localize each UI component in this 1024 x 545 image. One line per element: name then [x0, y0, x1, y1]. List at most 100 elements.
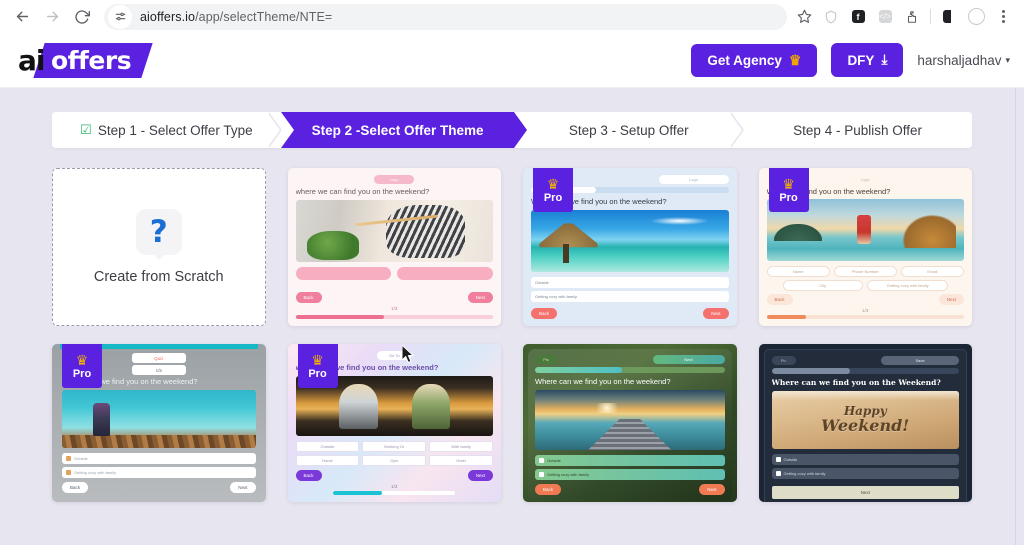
next-button-preview[interactable]: Next — [467, 470, 493, 481]
extension-dark-icon[interactable]: f — [845, 4, 871, 30]
reload-icon[interactable] — [68, 3, 96, 31]
option-item[interactable]: With family — [429, 441, 493, 452]
option-item[interactable]: Getting cozy with family — [531, 291, 729, 302]
option-item[interactable]: City — [782, 280, 864, 292]
pro-badge: ♛ Pro — [533, 168, 573, 212]
option-item[interactable]: Name — [766, 266, 830, 278]
logo-placeholder-badge: Logo — [860, 177, 870, 182]
option-item[interactable]: Getting cozy with family — [867, 280, 948, 292]
dfy-button[interactable]: DFY ⤓ — [831, 43, 904, 77]
next-button-preview[interactable]: Next — [230, 482, 256, 493]
next-button-preview[interactable]: Next — [699, 484, 725, 495]
create-from-scratch-card[interactable]: ? Create from Scratch — [52, 168, 266, 326]
crown-icon: ♛ — [546, 175, 560, 192]
back-button-preview[interactable]: Back — [766, 294, 793, 306]
logo-placeholder-badge: Logo — [658, 175, 729, 184]
option-item[interactable]: Working Or — [362, 441, 427, 452]
crown-icon: ♛ — [782, 175, 795, 192]
crown-icon: ♛ — [311, 351, 324, 368]
get-agency-label: Get Agency — [707, 52, 782, 68]
theme-card-warm-lighthouse[interactable]: ♛ Pro Logo Where can find you on the wee… — [758, 168, 972, 326]
puzzle-extension-icon[interactable] — [899, 4, 925, 30]
theme-question-text: Where can we find you on the weekend? — [535, 377, 671, 386]
theme-card-green-pier[interactable]: Pic Next Where can we find you on the we… — [523, 344, 737, 502]
theme-card-navy-sand[interactable]: Pic Save Where can we find you on the We… — [758, 344, 972, 502]
back-button-preview[interactable]: Back — [531, 308, 558, 319]
theme-card-teal-hiker[interactable]: ♛ Pro Quiz 1/5 Where can we find you on … — [52, 344, 266, 502]
template-top-row: Pic Save — [771, 356, 959, 365]
theme-preview-image — [62, 390, 256, 448]
theme-progress-bar — [333, 491, 456, 495]
name-input-preview[interactable] — [295, 267, 392, 280]
template-top-row: Logo — [296, 175, 494, 184]
option-item[interactable]: Home — [295, 455, 360, 466]
next-button-preview[interactable]: Next — [467, 292, 493, 303]
theme-card-watercolor-kids[interactable]: ♛ Pro Go To where can we find you on the… — [287, 344, 501, 502]
pro-badge: ♛ Pro — [62, 344, 102, 388]
theme-options-row-1: Name Phone Number Email — [766, 266, 965, 278]
back-button-preview[interactable]: Back — [295, 292, 322, 303]
back-button-preview[interactable]: Back — [295, 470, 322, 481]
stepper-item-step3[interactable]: Step 3 - Setup Offer — [514, 112, 745, 148]
shield-icon[interactable] — [818, 4, 844, 30]
side-panel-icon[interactable] — [936, 4, 962, 30]
toolbar-divider — [930, 9, 931, 24]
address-bar[interactable]: aioffers.io/app/selectTheme/NTE= — [104, 3, 787, 30]
option-item[interactable]: Getting cozy with family — [771, 468, 959, 479]
logo-placeholder-badge: Logo — [374, 175, 415, 184]
back-button-preview[interactable]: Back — [62, 482, 89, 493]
theme-inputs-row — [295, 267, 493, 280]
option-item[interactable]: Getting cozy with family — [62, 467, 256, 478]
top-next-button[interactable]: Next — [652, 355, 725, 364]
option-item[interactable]: Hotel — [429, 455, 493, 466]
next-button-preview[interactable]: Next — [938, 294, 964, 306]
option-item[interactable]: Email — [900, 266, 965, 278]
crown-icon: ♛ — [75, 351, 89, 368]
option-item[interactable]: Outside — [771, 454, 959, 465]
option-item[interactable]: Outside — [295, 441, 360, 452]
theme-preview-image — [531, 210, 729, 272]
sand-line-2: Weekend! — [821, 415, 910, 435]
option-item[interactable]: Phone Number — [833, 266, 897, 278]
code-extension-icon[interactable]: </> — [872, 4, 898, 30]
page-right-edge — [1015, 88, 1024, 545]
option-item[interactable]: Getting cozy with family — [535, 469, 725, 480]
star-icon[interactable] — [791, 4, 817, 30]
option-item[interactable]: Gym — [362, 455, 427, 466]
template-top-row: Pic Next — [535, 355, 725, 364]
aioffers-logo[interactable]: ai offers — [18, 40, 153, 80]
theme-button-row: Back Next — [62, 482, 256, 493]
back-button-preview[interactable]: Back — [535, 484, 562, 495]
theme-options-list: Outside Getting cozy with family — [771, 454, 959, 479]
stepper-item-step4[interactable]: Step 4 - Publish Offer — [743, 112, 972, 148]
option-item[interactable]: Outside — [531, 277, 729, 288]
sand-writing: Happy Weekend! — [772, 391, 960, 449]
user-menu[interactable]: harshaljadhav ▾ — [917, 53, 1010, 68]
profile-avatar-icon[interactable] — [963, 4, 989, 30]
top-save-button[interactable]: Save — [881, 356, 959, 365]
browser-action-icons: f </> — [791, 4, 1016, 30]
stepper-item-step1[interactable]: ☑ Step 1 - Select Offer Type — [52, 112, 282, 148]
stepper-item-step2[interactable]: Step 2 -Select Offer Theme — [280, 112, 528, 148]
theme-options-grid: Outside Working Or With family Home Gym … — [295, 441, 494, 466]
pic-badge: Pic — [535, 355, 557, 364]
stepper-label-step1: Step 1 - Select Offer Type — [97, 122, 253, 138]
option-item[interactable]: Outside — [62, 453, 256, 464]
next-button-preview[interactable]: Next — [771, 486, 959, 499]
back-arrow-icon[interactable] — [8, 3, 36, 31]
theme-button-row: Back Next — [295, 292, 493, 303]
forward-arrow-icon[interactable] — [38, 3, 66, 31]
kebab-menu-icon[interactable] — [990, 4, 1016, 30]
url-path: /app/selectTheme/NTE= — [195, 9, 333, 24]
site-settings-icon[interactable] — [108, 4, 132, 29]
option-item[interactable]: Outside — [535, 455, 725, 466]
theme-preview-image — [535, 390, 725, 450]
browser-toolbar: aioffers.io/app/selectTheme/NTE= f </> — [0, 0, 1024, 33]
theme-card-pink-kitchen[interactable]: Logo where we can find you on the weeken… — [287, 168, 501, 326]
theme-card-blue-beach[interactable]: ♛ Pro Logo Where can we find you on the … — [523, 168, 737, 326]
check-icon: ☑ — [80, 122, 92, 137]
get-agency-button[interactable]: Get Agency ♛ — [691, 43, 818, 77]
email-input-preview[interactable] — [397, 267, 493, 280]
next-button-preview[interactable]: Next — [703, 308, 729, 319]
theme-options-list: Outside Getting cozy with family — [62, 453, 256, 478]
